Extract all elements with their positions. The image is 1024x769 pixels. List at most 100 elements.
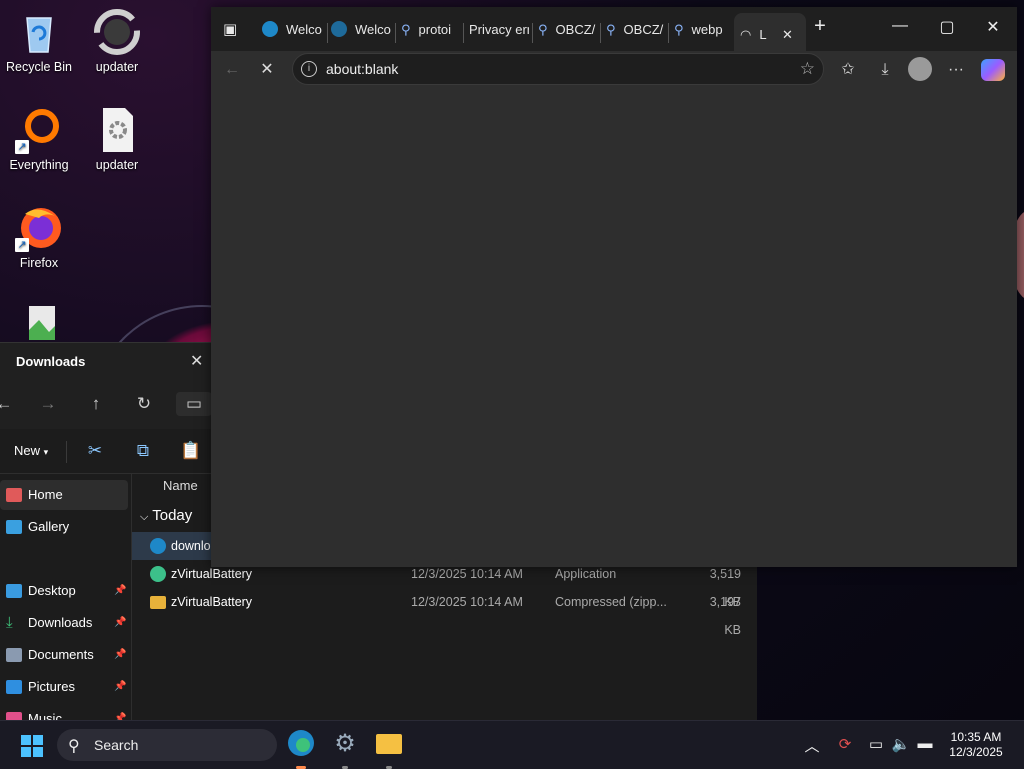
- more-options-icon[interactable]: ···: [944, 59, 968, 81]
- folder-icon: [376, 734, 402, 754]
- tab-label: OBCZ/: [623, 22, 664, 37]
- paste-icon[interactable]: 📋: [179, 439, 203, 463]
- desktop-icon-recycle-bin[interactable]: Recycle Bin: [1, 8, 77, 74]
- copy-icon[interactable]: ⧉: [131, 439, 155, 463]
- tab-privacy-error[interactable]: Privacy erro: [469, 17, 529, 43]
- sidebar-item-music[interactable]: Music 📌: [0, 704, 128, 721]
- sidebar-item-label: Home: [28, 487, 63, 502]
- sidebar-item-documents[interactable]: Documents 📌: [0, 640, 128, 670]
- pin-icon[interactable]: 📌: [114, 608, 126, 638]
- desktop-icon-label: updater: [95, 158, 139, 172]
- desktop-icon-updater-config[interactable]: updater: [79, 106, 155, 172]
- cut-icon[interactable]: ✂: [83, 439, 107, 463]
- image-file-icon: [15, 300, 63, 340]
- windows-start-icon[interactable]: [21, 735, 43, 757]
- back-arrow-icon[interactable]: ←: [0, 392, 16, 416]
- up-arrow-icon[interactable]: ↑: [84, 392, 108, 416]
- tab-actions-icon[interactable]: ▣: [223, 17, 241, 43]
- pin-icon[interactable]: 📌: [114, 672, 126, 702]
- taskbar-app-file-explorer[interactable]: [373, 729, 405, 769]
- close-window-icon[interactable]: ✕: [978, 17, 1008, 37]
- search-icon: ⚲: [401, 22, 411, 37]
- favorite-star-icon[interactable]: ☆: [800, 59, 815, 79]
- downloads-icon[interactable]: ⤓: [873, 59, 897, 81]
- file-size: 3,197 KB: [709, 595, 741, 637]
- tab-separator: [668, 23, 669, 43]
- volume-mute-icon[interactable]: 🔈: [890, 735, 912, 753]
- tab-search-obcz-2[interactable]: ⚲ OBCZ/: [606, 17, 666, 43]
- pictures-icon: [6, 680, 22, 694]
- copilot-icon[interactable]: [981, 59, 1005, 81]
- tab-welcome-2[interactable]: Welco: [331, 17, 391, 43]
- zip-folder-icon: [150, 596, 166, 609]
- monitor-icon[interactable]: ▭: [176, 392, 212, 416]
- file-name: zVirtualBattery: [171, 595, 253, 609]
- home-icon: [6, 488, 22, 502]
- info-icon[interactable]: i: [301, 61, 317, 77]
- explorer-sidebar: Home Gallery Desktop 📌 ⤓ Downloads 📌 Doc…: [0, 474, 132, 721]
- tab-active-loading[interactable]: ◠ L ✕: [734, 13, 806, 51]
- desktop-icon-partial[interactable]: [1, 300, 77, 340]
- group-header[interactable]: ⌵ Today: [140, 507, 192, 524]
- tab-separator: [600, 23, 601, 43]
- edge-icon: [331, 21, 347, 37]
- minimize-icon[interactable]: —: [885, 17, 915, 35]
- sidebar-item-label: Downloads: [28, 615, 93, 630]
- taskbar: ⚲ Search ⚙ ︿ ⟳ ▭ 🔈 ▬ 10:35 AM 12/3/2025: [0, 720, 1024, 769]
- edge-icon: [262, 21, 278, 37]
- search-icon: ⚲: [538, 22, 548, 37]
- tab-search-proton[interactable]: ⚲ protoi: [401, 17, 461, 43]
- desktop-icon-firefox[interactable]: ↗ Firefox: [1, 204, 77, 270]
- network-icon[interactable]: ▭: [865, 735, 887, 753]
- desktop-icon-updater[interactable]: updater: [79, 8, 155, 74]
- sidebar-item-gallery[interactable]: Gallery: [0, 512, 128, 542]
- refresh-icon[interactable]: ↻: [132, 392, 156, 416]
- back-arrow-icon[interactable]: ←: [220, 59, 244, 81]
- taskbar-search[interactable]: ⚲ Search: [57, 729, 277, 761]
- pin-icon[interactable]: 📌: [114, 640, 126, 670]
- address-bar[interactable]: i about:blank ☆: [292, 53, 824, 85]
- column-header-name[interactable]: Name: [163, 478, 198, 493]
- sidebar-item-pictures[interactable]: Pictures 📌: [0, 672, 128, 702]
- page-content-blank[interactable]: [211, 87, 1017, 567]
- file-row[interactable]: zVirtualBattery 12/3/2025 10:14 AM Compr…: [132, 588, 757, 637]
- stop-loading-icon[interactable]: ✕: [255, 59, 279, 81]
- tab-separator: [395, 23, 396, 43]
- desktop-icon-everything[interactable]: ↗ Everything: [1, 106, 77, 172]
- new-button[interactable]: New ▾: [14, 443, 48, 458]
- taskbar-clock[interactable]: 10:35 AM 12/3/2025: [936, 730, 1016, 760]
- tab-label: L: [759, 27, 767, 42]
- explorer-tab-title[interactable]: Downloads: [16, 354, 85, 369]
- tab-label: Privacy erro: [469, 22, 529, 37]
- favorites-icon[interactable]: ✩: [836, 59, 860, 81]
- sync-alert-icon[interactable]: ⟳: [834, 735, 856, 753]
- browser-toolbar: ← ✕ i about:blank ☆ ✩ ⤓ ···: [211, 51, 1017, 87]
- new-tab-icon[interactable]: +: [805, 15, 835, 38]
- forward-arrow-icon[interactable]: →: [36, 392, 60, 416]
- sidebar-item-label: Documents: [28, 647, 94, 662]
- taskbar-app-settings[interactable]: ⚙: [329, 729, 361, 769]
- tab-label: Welco: [286, 22, 322, 37]
- tab-welcome-1[interactable]: Welco: [262, 17, 322, 43]
- tab-search-obcz-1[interactable]: ⚲ OBCZ/: [538, 17, 598, 43]
- tab-separator: [463, 23, 464, 43]
- loading-spinner-icon: ◠: [740, 27, 752, 42]
- profile-avatar-icon[interactable]: [908, 57, 932, 81]
- desktop-icon-label: Firefox: [19, 256, 59, 270]
- desktop-icon-label: Everything: [9, 158, 69, 172]
- chevron-up-icon[interactable]: ︿: [801, 735, 823, 756]
- tab-search-webp[interactable]: ⚲ webp: [674, 17, 734, 43]
- pin-icon[interactable]: 📌: [114, 704, 126, 721]
- pin-icon[interactable]: 📌: [114, 576, 126, 606]
- battery-icon[interactable]: ▬: [914, 735, 936, 752]
- maximize-icon[interactable]: ▢: [932, 17, 962, 37]
- sidebar-item-label: Pictures: [28, 679, 75, 694]
- close-icon[interactable]: ✕: [190, 351, 203, 371]
- sidebar-item-label: Music: [28, 711, 62, 721]
- close-tab-icon[interactable]: ✕: [782, 13, 793, 51]
- taskbar-app-edge[interactable]: [285, 729, 317, 769]
- sidebar-item-home[interactable]: Home: [0, 480, 128, 510]
- file-name: downlo: [171, 539, 211, 553]
- sidebar-item-downloads[interactable]: ⤓ Downloads 📌: [0, 608, 128, 638]
- sidebar-item-desktop[interactable]: Desktop 📌: [0, 576, 128, 606]
